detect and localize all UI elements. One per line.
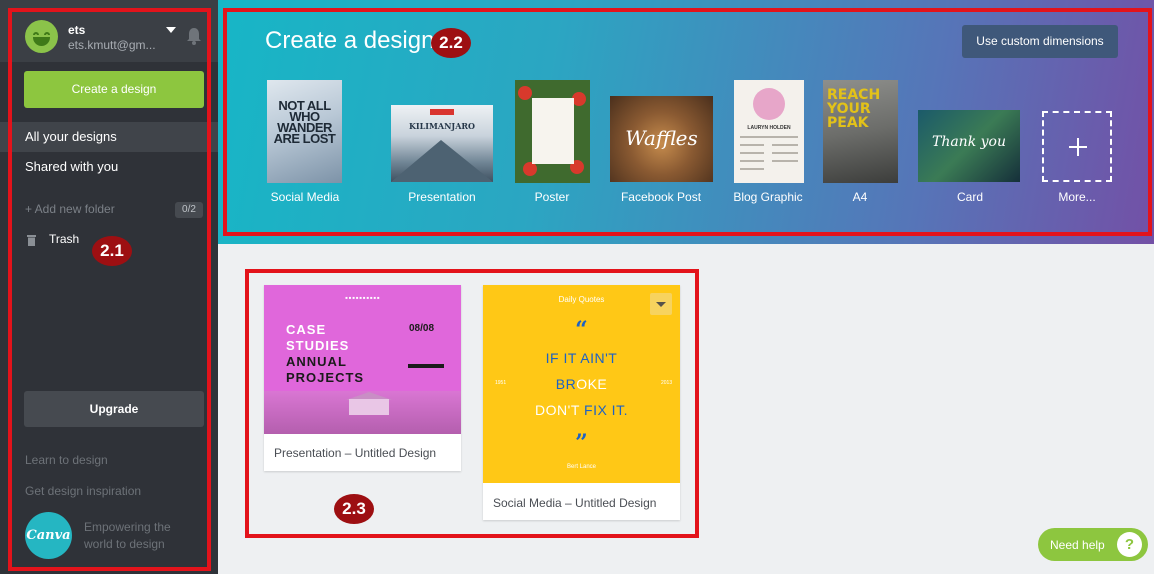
annotation-badge: 2.3 (334, 494, 374, 524)
annotation-box-designs (245, 269, 699, 538)
annotation-box-sidebar (8, 8, 211, 571)
annotation-badge: 2.2 (431, 28, 471, 58)
need-help-label: Need help (1050, 538, 1105, 552)
annotation-box-create-design (223, 8, 1152, 236)
need-help-button[interactable]: Need help ? (1038, 528, 1148, 561)
annotation-badge: 2.1 (92, 236, 132, 266)
question-icon: ? (1117, 532, 1142, 557)
